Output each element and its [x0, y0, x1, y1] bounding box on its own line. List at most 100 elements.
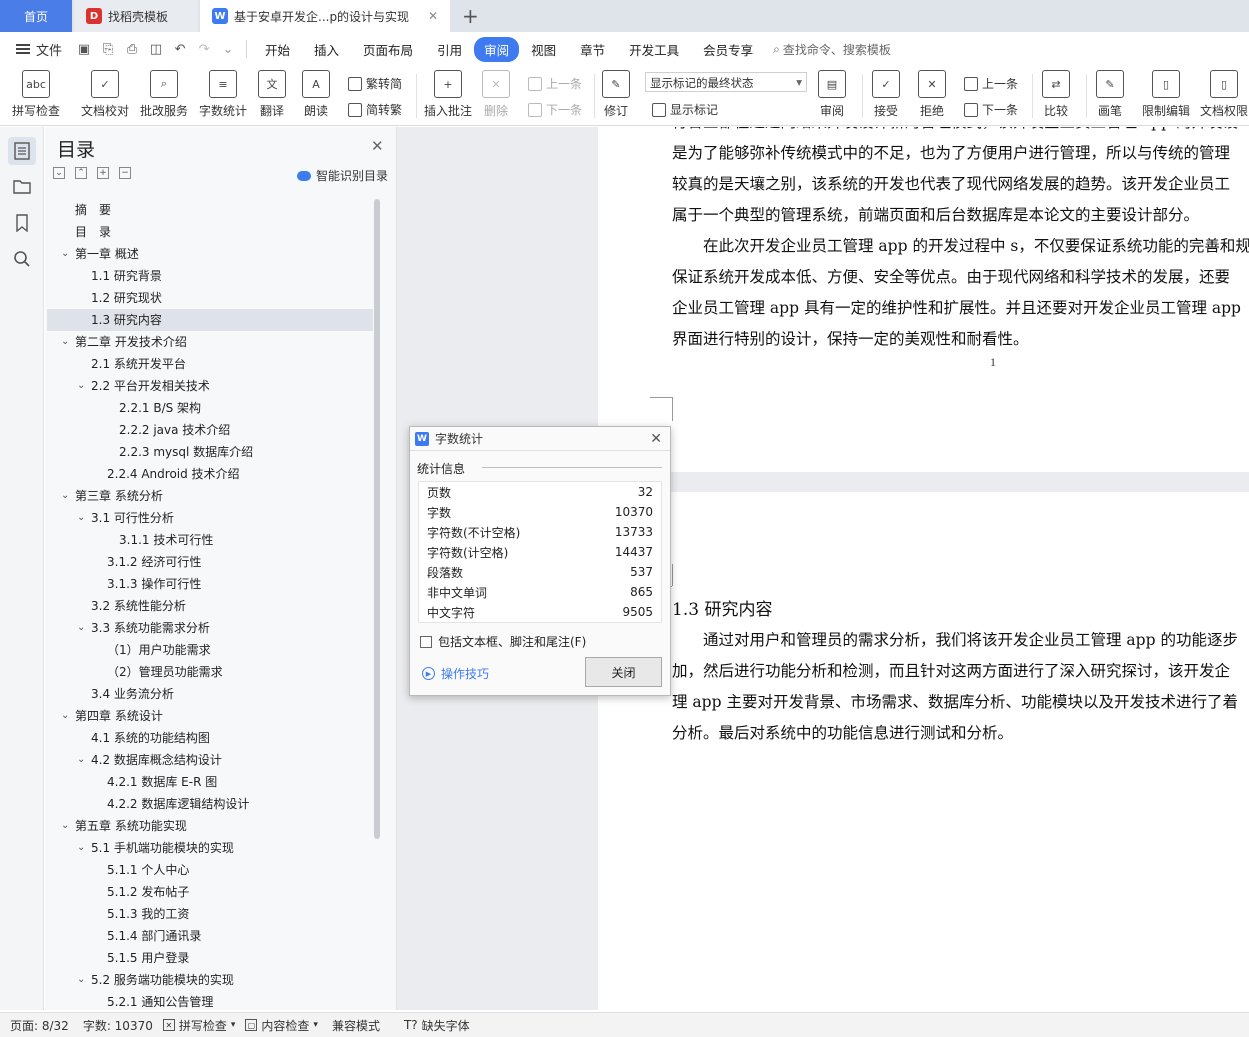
chevron-down-icon[interactable]: ⌄	[61, 815, 69, 837]
doc-permission-button[interactable]: ▯ 文档权限	[1200, 70, 1248, 119]
close-button[interactable]: 关闭	[585, 657, 662, 687]
toc-item[interactable]: （1）用户功能需求	[47, 639, 373, 661]
read-aloud-button[interactable]: A 朗读	[302, 70, 330, 119]
chevron-down-icon[interactable]: ⌄	[61, 243, 69, 265]
toc-item[interactable]: 3.2 系统性能分析	[47, 595, 373, 617]
more-icon[interactable]: ⌄	[218, 40, 238, 58]
word-count-indicator[interactable]: 字数: 10370	[83, 1017, 153, 1034]
toc-item[interactable]: 2.2.1 B/S 架构	[47, 397, 373, 419]
include-footnotes-checkbox[interactable]: 包括文本框、脚注和尾注(F)	[420, 633, 586, 650]
menu-layout[interactable]: 页面布局	[351, 36, 425, 63]
toc-item[interactable]: 2.2.3 mysql 数据库介绍	[47, 441, 373, 463]
toc-item[interactable]: 5.1.2 发布帖子	[47, 881, 373, 903]
undo-icon[interactable]: ↶	[170, 40, 190, 58]
close-icon[interactable]: ✕	[371, 137, 384, 155]
toc-item[interactable]: 3.4 业务流分析	[47, 683, 373, 705]
print-icon[interactable]: ⎙	[122, 40, 142, 58]
toc-item[interactable]: ⌄ 第五章 系统功能实现	[47, 815, 373, 837]
chevron-down-icon[interactable]: ⌄	[77, 969, 85, 991]
translate-button[interactable]: 文翻译	[258, 70, 286, 119]
document-page[interactable]: 1.3 研究内容 通过对用户和管理员的需求分析，我们将该开发企业员工管理 app…	[598, 492, 1249, 1010]
toc-item[interactable]: 1.1 研究背景	[47, 265, 373, 287]
delete-comment-button[interactable]: ✕ 删除	[482, 70, 510, 119]
tab-home[interactable]: 首页	[0, 0, 72, 32]
menu-developer[interactable]: 开发工具	[617, 36, 691, 63]
document-page[interactable]: 行合业都在通过网络来开发设计新的管理模式，该开发企业员工管理 app 的开发设 …	[598, 127, 1249, 472]
menu-member[interactable]: 会员专享	[691, 36, 765, 63]
toc-item[interactable]: （2）管理员功能需求	[47, 661, 373, 683]
prev-change-button[interactable]: 上一条	[964, 75, 1018, 92]
close-icon[interactable]: ✕	[650, 431, 662, 447]
toc-item[interactable]: 2.1 系统开发平台	[47, 353, 373, 375]
chevron-down-icon[interactable]: ⌄	[61, 331, 69, 353]
toc-item[interactable]: 5.1.1 个人中心	[47, 859, 373, 881]
chevron-down-icon[interactable]: ⌄	[61, 705, 69, 727]
reject-button[interactable]: ✕ 拒绝	[918, 70, 946, 119]
smart-toc-button[interactable]: 智能识别目录	[297, 167, 388, 184]
batch-service-button[interactable]: ⌕ 批改服务	[140, 70, 188, 119]
toc-icon[interactable]	[8, 137, 36, 165]
toc-item[interactable]: 4.1 系统的功能结构图	[47, 727, 373, 749]
toc-item[interactable]: ⌄ 第一章 概述	[47, 243, 373, 265]
toc-item[interactable]: ⌄ 5.1 手机端功能模块的实现	[47, 837, 373, 859]
toc-item[interactable]: 5.2.1 通知公告管理	[47, 991, 373, 1010]
menu-chapter[interactable]: 章节	[568, 36, 617, 63]
next-change-button[interactable]: 下一条	[964, 101, 1018, 118]
toc-item[interactable]: 1.3 研究内容	[47, 309, 373, 331]
toc-item[interactable]: 3.1.2 经济可行性	[47, 551, 373, 573]
close-tab-icon[interactable]: ✕	[428, 9, 438, 23]
toc-item[interactable]: 5.1.3 我的工资	[47, 903, 373, 925]
toc-item[interactable]: 5.1.5 用户登录	[47, 947, 373, 969]
collapse-all-icon[interactable]: ⌃	[75, 167, 87, 179]
accept-button[interactable]: ✓ 接受	[872, 70, 900, 119]
toc-item[interactable]: 4.2.2 数据库逻辑结构设计	[47, 793, 373, 815]
menu-insert[interactable]: 插入	[302, 36, 351, 63]
toc-item[interactable]: 摘 要	[47, 199, 373, 221]
chevron-down-icon[interactable]: ⌄	[77, 375, 85, 397]
expand-all-icon[interactable]: ⌄	[53, 167, 65, 179]
toc-item[interactable]: ⌄ 第二章 开发技术介绍	[47, 331, 373, 353]
page-indicator[interactable]: 页面: 8/32	[10, 1017, 69, 1034]
to-simplified-button[interactable]: 简转繁	[348, 101, 402, 118]
chevron-down-icon[interactable]: ⌄	[77, 507, 85, 529]
toc-item[interactable]: 3.1.1 技术可行性	[47, 529, 373, 551]
toc-item[interactable]: ⌄ 3.3 系统功能需求分析	[47, 617, 373, 639]
review-pane-button[interactable]: ▤ 审阅	[818, 70, 846, 119]
toc-item[interactable]: 5.1.4 部门通讯录	[47, 925, 373, 947]
show-markup-button[interactable]: 显示标记	[652, 101, 718, 118]
compare-button[interactable]: ⇄ 比较	[1042, 70, 1070, 119]
command-search[interactable]: ⌕ 查找命令、搜索模板	[773, 41, 891, 58]
tab-document[interactable]: W 基于安卓开发企...p的设计与实现 ✕	[200, 0, 450, 32]
toc-item[interactable]: ⌄ 3.1 可行性分析	[47, 507, 373, 529]
revise-button[interactable]: ✎ 修订	[602, 70, 630, 119]
add-heading-icon[interactable]: +	[97, 167, 109, 179]
dialog-titlebar[interactable]: W 字数统计 ✕	[410, 427, 670, 451]
tab-template[interactable]: D 找稻壳模板	[74, 0, 198, 32]
to-traditional-button[interactable]: 繁转简	[348, 75, 402, 92]
missing-font-status[interactable]: T? 缺失字体	[404, 1017, 470, 1034]
insert-comment-button[interactable]: + 插入批注	[424, 70, 472, 119]
redo-icon[interactable]: ↷	[194, 40, 214, 58]
bookmark-icon[interactable]	[8, 209, 36, 237]
markup-state-select[interactable]: 显示标记的最终状态	[645, 72, 807, 92]
spell-check-status[interactable]: ✕ 拼写检查 ▾	[162, 1017, 235, 1034]
restrict-edit-button[interactable]: ▯ 限制编辑	[1142, 70, 1190, 119]
chevron-down-icon[interactable]: ⌄	[77, 837, 85, 859]
menu-start[interactable]: 开始	[253, 36, 302, 63]
new-tab-icon[interactable]: +	[462, 4, 479, 28]
toc-scrollbar[interactable]	[374, 199, 380, 839]
tips-link[interactable]: ▶ 操作技巧	[422, 665, 489, 682]
next-comment-button[interactable]: 下一条	[528, 101, 582, 118]
toc-item[interactable]: 3.1.3 操作可行性	[47, 573, 373, 595]
search-icon[interactable]	[8, 245, 36, 273]
toc-item[interactable]: ⌄ 第四章 系统设计	[47, 705, 373, 727]
toc-item[interactable]: 1.2 研究现状	[47, 287, 373, 309]
chevron-down-icon[interactable]: ⌄	[61, 485, 69, 507]
toc-item[interactable]: ⌄ 2.2 平台开发相关技术	[47, 375, 373, 397]
toc-item[interactable]: ⌄ 4.2 数据库概念结构设计	[47, 749, 373, 771]
doc-proof-button[interactable]: ✓ 文档校对	[81, 70, 129, 119]
toc-item[interactable]: ⌄ 5.2 服务端功能模块的实现	[47, 969, 373, 991]
toc-item[interactable]: 4.2.1 数据库 E-R 图	[47, 771, 373, 793]
file-menu[interactable]: 文件	[0, 40, 72, 59]
menu-review[interactable]: 审阅	[474, 36, 520, 62]
